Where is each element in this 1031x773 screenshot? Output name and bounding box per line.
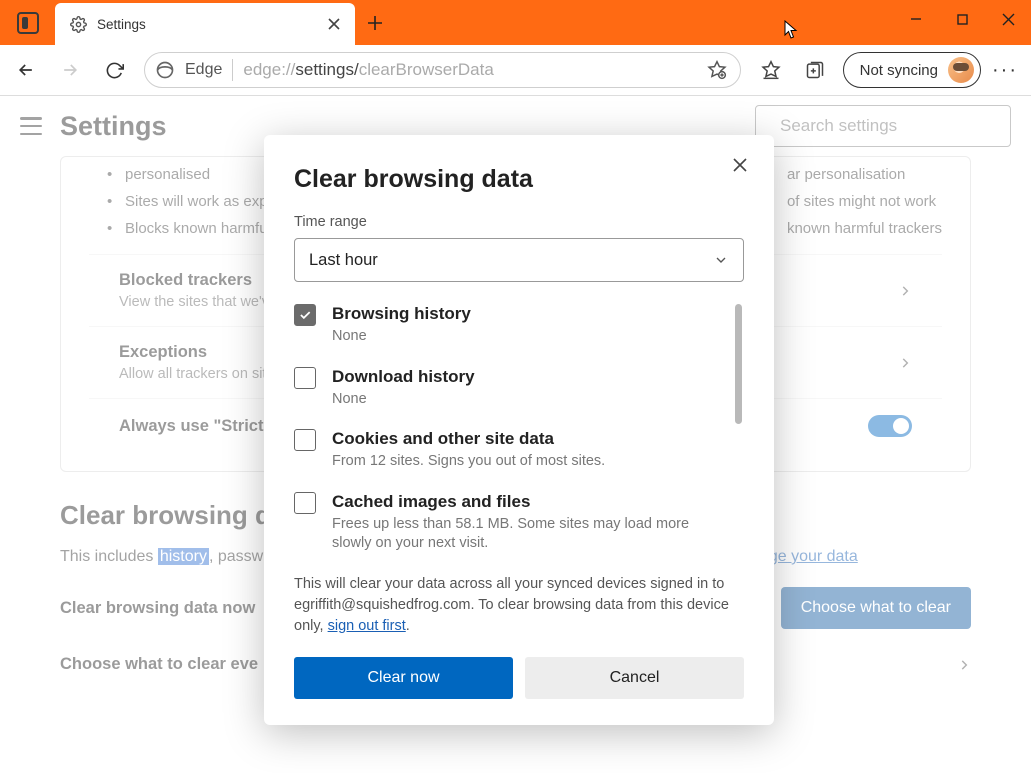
refresh-button[interactable] [94, 50, 134, 90]
check-sub: From 12 sites. Signs you out of most sit… [332, 452, 605, 472]
close-tab-icon[interactable] [327, 17, 341, 31]
browser-tab[interactable]: Settings [55, 3, 355, 45]
favorite-icon[interactable] [704, 57, 730, 83]
check-cached[interactable]: Cached images and files Frees up less tha… [294, 492, 726, 554]
close-icon[interactable] [726, 151, 754, 179]
toolbar: Edge edge://settings/clearBrowserData No… [0, 45, 1031, 96]
check-label: Cached images and files [332, 492, 726, 512]
more-menu-button[interactable]: ··· [985, 50, 1025, 90]
new-tab-button[interactable] [355, 0, 395, 45]
collections-icon[interactable] [795, 50, 835, 90]
checkbox[interactable] [294, 304, 316, 326]
window-controls [893, 0, 1031, 38]
check-sub: None [332, 390, 475, 410]
cursor-icon [784, 20, 798, 40]
check-label: Browsing history [332, 304, 471, 324]
check-download-history[interactable]: Download history None [294, 367, 726, 410]
maximize-button[interactable] [939, 0, 985, 38]
minimize-button[interactable] [893, 0, 939, 38]
dialog-title: Clear browsing data [294, 165, 744, 194]
clear-data-dialog: Clear browsing data Time range Last hour… [264, 135, 774, 725]
clear-now-button[interactable]: Clear now [294, 657, 513, 699]
check-label: Download history [332, 367, 475, 387]
avatar [948, 57, 974, 83]
time-range-label: Time range [294, 214, 744, 230]
check-browsing-history[interactable]: Browsing history None [294, 304, 726, 347]
check-sub: None [332, 327, 471, 347]
check-sub: Frees up less than 58.1 MB. Some sites m… [332, 515, 726, 554]
sync-note: This will clear your data across all you… [294, 574, 744, 637]
sign-out-link[interactable]: sign out first [328, 618, 406, 634]
scrollbar-thumb[interactable] [735, 304, 742, 424]
app-badge [0, 0, 55, 45]
time-range-select[interactable]: Last hour [294, 238, 744, 282]
close-window-button[interactable] [985, 0, 1031, 38]
gear-icon [69, 15, 87, 33]
sync-label: Not syncing [860, 62, 938, 79]
url-text: edge://settings/clearBrowserData [243, 60, 693, 80]
chevron-down-icon [713, 252, 729, 268]
checkbox[interactable] [294, 492, 316, 514]
checkbox[interactable] [294, 367, 316, 389]
favorites-icon[interactable] [751, 50, 791, 90]
divider [232, 59, 233, 81]
check-cookies[interactable]: Cookies and other site data From 12 sites… [294, 429, 726, 472]
address-bar[interactable]: Edge edge://settings/clearBrowserData [144, 52, 741, 88]
title-bar: Settings [0, 0, 1031, 45]
tab-title: Settings [97, 17, 317, 32]
dialog-buttons: Clear now Cancel [294, 657, 744, 699]
profile-sync-button[interactable]: Not syncing [843, 52, 981, 88]
browser-label: Edge [185, 61, 222, 79]
select-value: Last hour [309, 251, 378, 270]
edge-logo-icon [155, 60, 175, 80]
checkbox[interactable] [294, 429, 316, 451]
cancel-button[interactable]: Cancel [525, 657, 744, 699]
check-label: Cookies and other site data [332, 429, 605, 449]
app-icon [17, 12, 39, 34]
forward-button[interactable] [50, 50, 90, 90]
back-button[interactable] [6, 50, 46, 90]
data-type-list: Browsing history None Download history Non… [294, 304, 744, 554]
